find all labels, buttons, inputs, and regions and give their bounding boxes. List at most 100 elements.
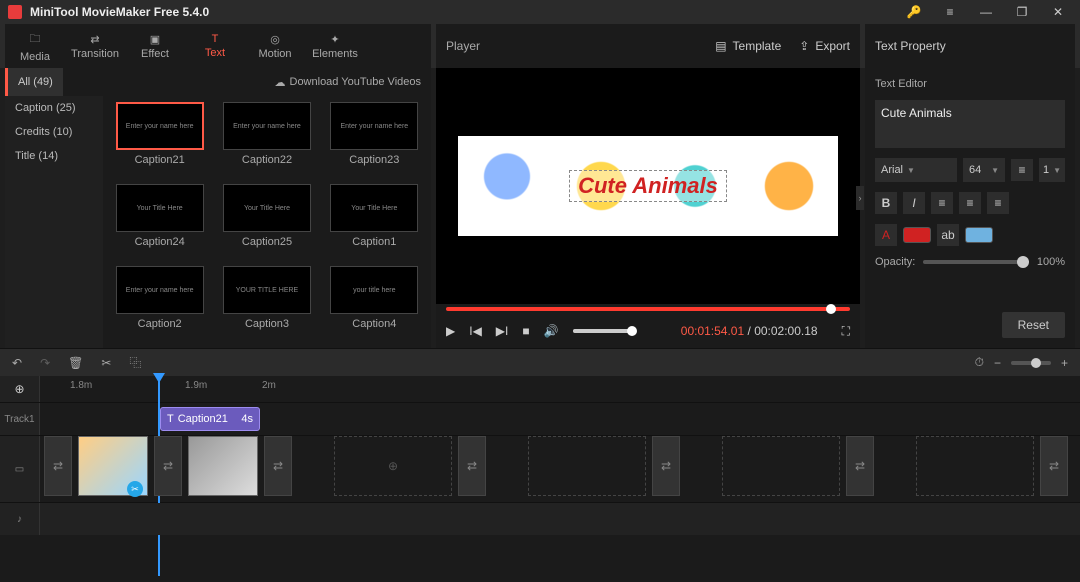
tab-motion[interactable]: ◎ Motion: [245, 24, 305, 68]
fullscreen-button[interactable]: ⛶: [842, 324, 850, 339]
close-button[interactable]: ✕: [1044, 1, 1072, 23]
time-ruler[interactable]: 1.8m 1.9m 2m: [40, 376, 1080, 402]
time-current: 00:01:54.01: [681, 324, 744, 338]
sidebar-credits[interactable]: Credits (10): [5, 120, 103, 144]
asset-item[interactable]: Enter your name hereCaption22: [216, 102, 317, 178]
line-spacing-icon[interactable]: ≡: [1011, 159, 1033, 181]
transition-chip[interactable]: ⇄: [154, 436, 182, 496]
asset-label: Caption4: [352, 318, 396, 330]
align-center-button[interactable]: ≡: [959, 192, 981, 214]
category-all[interactable]: All (49): [5, 68, 63, 96]
expand-panel-button[interactable]: ›: [856, 186, 864, 210]
font-size-select[interactable]: 64▼: [963, 158, 1005, 182]
speed-button[interactable]: ⏱: [975, 355, 984, 370]
add-track-button[interactable]: ⊕: [0, 376, 40, 402]
asset-thumb: Your Title Here: [223, 184, 311, 232]
text-color-swatch[interactable]: [903, 227, 931, 243]
tab-media[interactable]: 🗀 Media: [5, 24, 65, 68]
preview-viewport[interactable]: Cute Animals ›: [436, 68, 860, 304]
seek-bar[interactable]: [446, 307, 850, 311]
transition-chip[interactable]: ⇄: [264, 436, 292, 496]
maximize-button[interactable]: ❐: [1008, 1, 1036, 23]
transition-chip[interactable]: ⇄: [846, 436, 874, 496]
time-total: 00:02:00.18: [754, 324, 817, 338]
tab-elements[interactable]: ✦ Elements: [305, 24, 365, 68]
play-button[interactable]: ▶: [446, 324, 455, 338]
split-button[interactable]: ✂: [101, 356, 111, 370]
video-track-head[interactable]: ▭: [0, 436, 40, 502]
text-property-header: Text Property: [865, 24, 1075, 68]
menu-icon[interactable]: ≡: [936, 1, 964, 23]
asset-label: Caption23: [349, 154, 399, 166]
split-badge-icon[interactable]: ✂: [127, 481, 143, 497]
asset-item[interactable]: Your Title HereCaption24: [109, 184, 210, 260]
license-key-icon[interactable]: 🔑: [900, 1, 928, 23]
reset-button[interactable]: Reset: [1002, 312, 1065, 338]
italic-button[interactable]: I: [903, 192, 925, 214]
download-youtube-link[interactable]: ☁ Download YouTube Videos: [275, 76, 422, 89]
video-clip[interactable]: [188, 436, 258, 496]
audio-track-head[interactable]: ♪: [0, 503, 40, 535]
app-title: MiniTool MovieMaker Free 5.4.0: [30, 5, 209, 19]
asset-item[interactable]: YOUR TITLE HERECaption3: [216, 266, 317, 342]
ruler-tick: 1.8m: [70, 380, 92, 391]
transition-chip[interactable]: ⇄: [44, 436, 72, 496]
delete-button[interactable]: 🗑: [68, 356, 83, 370]
asset-thumb: your title here: [330, 266, 418, 314]
asset-item[interactable]: Enter your name hereCaption23: [324, 102, 425, 178]
stop-button[interactable]: ■: [522, 324, 529, 338]
zoom-out-button[interactable]: −: [994, 356, 1001, 370]
seek-handle[interactable]: [826, 304, 836, 314]
export-button[interactable]: ⇪ Export: [799, 39, 850, 53]
template-button[interactable]: ▤ Template: [715, 39, 781, 53]
highlight-color-swatch[interactable]: [965, 227, 993, 243]
audio-track[interactable]: [40, 503, 1080, 535]
align-left-button[interactable]: ≡: [931, 192, 953, 214]
zoom-slider[interactable]: [1011, 361, 1051, 365]
tab-effect[interactable]: ▣ Effect: [125, 24, 185, 68]
volume-icon[interactable]: 🔊: [544, 324, 559, 338]
font-family-select[interactable]: Arial▼: [875, 158, 957, 182]
text-content-input[interactable]: [875, 100, 1065, 148]
video-track[interactable]: ⇄ ✂ ⇄ ⇄ ⊕ ⇄ ⇄ ⇄ ⇄ ⇄: [40, 436, 1080, 502]
crop-button[interactable]: ⿻: [129, 354, 141, 371]
volume-slider[interactable]: [573, 329, 633, 333]
transition-chip[interactable]: ⇄: [458, 436, 486, 496]
sidebar-caption[interactable]: Caption (25): [5, 96, 103, 120]
bold-button[interactable]: B: [875, 192, 897, 214]
zoom-in-button[interactable]: +: [1061, 356, 1068, 370]
text-clip[interactable]: T Caption21 4s: [160, 407, 260, 431]
drop-slot[interactable]: [916, 436, 1034, 496]
undo-button[interactable]: ↶: [12, 356, 22, 370]
asset-item[interactable]: Your Title HereCaption1: [324, 184, 425, 260]
opacity-slider[interactable]: [923, 260, 1029, 264]
tab-text[interactable]: T Text: [185, 24, 245, 68]
preview-text-overlay[interactable]: Cute Animals: [569, 170, 727, 202]
minimize-button[interactable]: —: [972, 1, 1000, 23]
redo-button[interactable]: ↷: [40, 356, 50, 370]
transition-chip[interactable]: ⇄: [652, 436, 680, 496]
video-clip[interactable]: ✂: [78, 436, 148, 496]
prev-frame-button[interactable]: I◀: [469, 324, 482, 338]
sidebar-title[interactable]: Title (14): [5, 144, 103, 168]
tab-text-label: Text: [205, 47, 225, 59]
tab-transition[interactable]: ⇄ Transition: [65, 24, 125, 68]
asset-thumb: YOUR TITLE HERE: [223, 266, 311, 314]
transition-chip[interactable]: ⇄: [1040, 436, 1068, 496]
drop-slot[interactable]: [722, 436, 840, 496]
text-track-head[interactable]: Track1: [0, 403, 40, 435]
asset-item[interactable]: your title here Caption4: [324, 266, 425, 342]
asset-item[interactable]: Enter your name hereCaption21: [109, 102, 210, 178]
text-icon: T: [212, 33, 219, 45]
export-label: Export: [815, 39, 850, 53]
asset-item[interactable]: Your Title HereCaption25: [216, 184, 317, 260]
drop-slot[interactable]: [528, 436, 646, 496]
align-right-button[interactable]: ≡: [987, 192, 1009, 214]
next-frame-button[interactable]: ▶I: [496, 324, 509, 338]
elements-icon: ✦: [330, 33, 339, 46]
line-spacing-select[interactable]: 1▼: [1039, 158, 1065, 182]
drop-slot[interactable]: ⊕: [334, 436, 452, 496]
text-track[interactable]: T Caption21 4s: [40, 403, 1080, 435]
timeline: ⊕ 1.8m 1.9m 2m Track1 T Caption21 4s ▭ ⇄…: [0, 376, 1080, 582]
asset-item[interactable]: Enter your name hereCaption2: [109, 266, 210, 342]
